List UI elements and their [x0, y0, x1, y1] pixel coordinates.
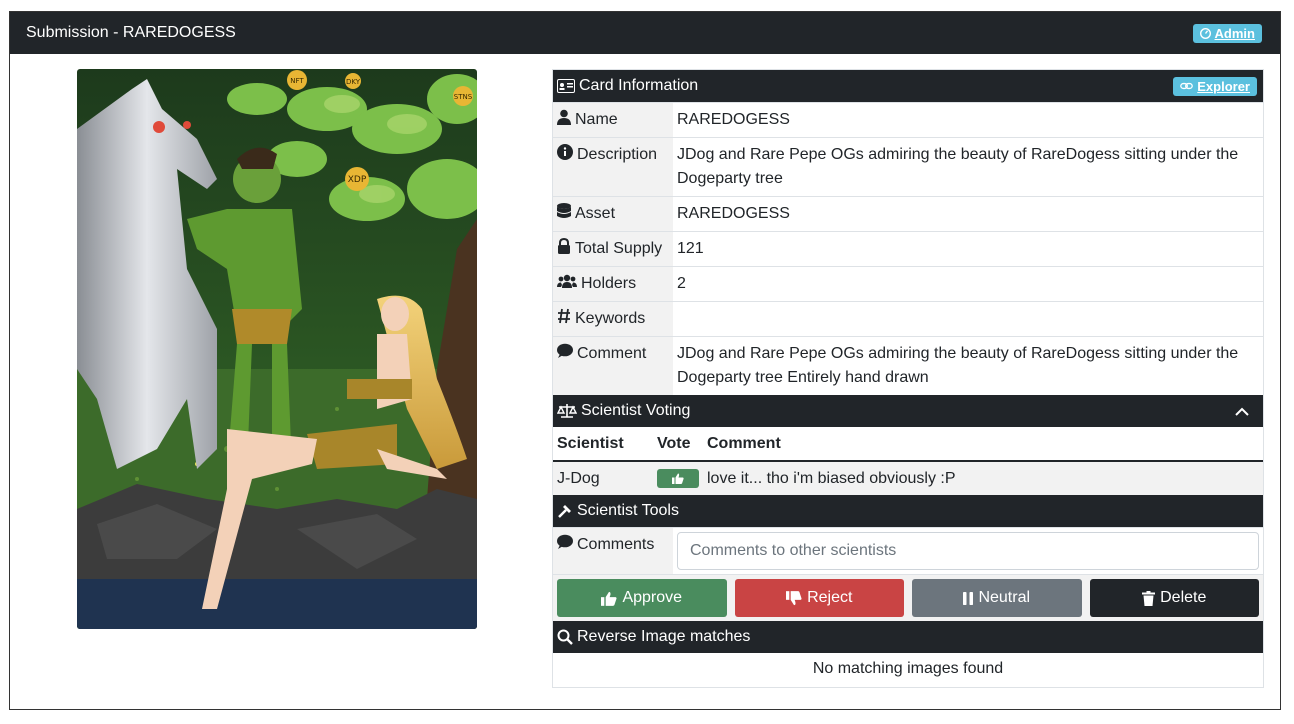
row-value: 2 [677, 275, 686, 292]
action-buttons: Approve Reject Neutral Delete [553, 574, 1263, 621]
column-header: Comment [703, 427, 1263, 462]
card-artwork-image: NFT DKY XDP STNS [77, 69, 477, 629]
delete-label: Delete [1160, 589, 1207, 606]
user-icon [557, 109, 571, 125]
column-header: Scientist [553, 427, 653, 462]
search-icon [557, 629, 573, 645]
submission-card: Submission - RAREDOGESS Admin NFT DKY XD… [9, 11, 1281, 710]
section-title: Scientist Voting [581, 402, 691, 419]
vote-comment: love it... tho i'm biased obviously :P [703, 461, 1263, 495]
section-title: Card Information [579, 77, 699, 94]
scientist-voting-header[interactable]: Scientist Voting [553, 395, 1263, 427]
approve-label: Approve [622, 589, 683, 606]
row-label: Comment [577, 345, 647, 362]
coin-label: DKY [346, 78, 361, 86]
page-title: Submission - RAREDOGESS [26, 24, 236, 41]
info-row-comment: Comment JDog and Rare Pepe OGs admiring … [553, 336, 1263, 395]
explorer-button[interactable]: Explorer [1173, 76, 1257, 96]
row-value: 121 [677, 240, 704, 257]
info-row-holders: Holders 2 [553, 266, 1263, 301]
scientist-tools-header: Scientist Tools [553, 495, 1263, 527]
row-label: Keywords [575, 310, 646, 327]
thumbs-up-icon [601, 591, 618, 606]
admin-label: Admin [1214, 25, 1255, 41]
hammer-icon [557, 503, 573, 519]
row-label: Total Supply [575, 240, 663, 257]
row-label: Description [577, 146, 658, 163]
row-value [673, 302, 1263, 336]
card-information-header: Card Information Explorer [553, 70, 1263, 102]
thumbs-up-icon [657, 468, 699, 488]
neutral-label: Neutral [978, 589, 1031, 606]
neutral-button[interactable]: Neutral [912, 579, 1082, 617]
coin-label: NFT [290, 77, 304, 85]
scientist-name: J-Dog [553, 461, 653, 495]
row-value: JDog and Rare Pepe OGs admiring the beau… [677, 345, 1239, 386]
info-row-description: Description JDog and Rare Pepe OGs admir… [553, 137, 1263, 196]
comment-icon [557, 343, 573, 359]
card-header: Submission - RAREDOGESS Admin [10, 12, 1280, 54]
chevron-up-icon[interactable] [1235, 407, 1257, 416]
coin-label: XDP [348, 175, 367, 185]
gauge-icon [1199, 27, 1211, 39]
section-title: Reverse Image matches [577, 628, 751, 645]
column-header: Vote [653, 427, 703, 462]
delete-button[interactable]: Delete [1089, 579, 1259, 617]
voting-table: Scientist Vote Comment J-Dog love it... … [553, 427, 1263, 495]
comments-row: Comments Comments to other scientists [553, 527, 1263, 574]
card-info-panel: Card Information Explorer Name RAREDOGES… [552, 69, 1264, 688]
reject-label: Reject [807, 589, 853, 606]
database-icon [557, 203, 571, 219]
thumbs-down-icon [786, 590, 802, 606]
no-matches-text: No matching images found [812, 660, 1004, 677]
trash-icon [1142, 590, 1156, 606]
info-row-asset: Asset RAREDOGESS [553, 196, 1263, 231]
users-icon [557, 273, 577, 289]
section-title: Scientist Tools [577, 502, 679, 519]
comments-input[interactable]: Comments to other scientists [677, 532, 1259, 570]
lock-icon [557, 238, 571, 254]
row-value: JDog and Rare Pepe OGs admiring the beau… [677, 146, 1239, 187]
row-label: Holders [581, 275, 637, 292]
info-row-name: Name RAREDOGESS [553, 102, 1263, 137]
id-card-icon [557, 79, 575, 93]
approve-button[interactable]: Approve [557, 579, 727, 617]
info-row-keywords: Keywords [553, 301, 1263, 336]
row-label: Asset [575, 205, 616, 222]
explorer-label: Explorer [1197, 78, 1250, 94]
info-row-total-supply: Total Supply 121 [553, 231, 1263, 266]
row-value: RAREDOGESS [677, 111, 790, 128]
scale-icon [557, 403, 577, 419]
pause-icon [963, 591, 974, 605]
coin-label: STNS [454, 93, 473, 101]
info-icon [557, 144, 573, 160]
vote-cell [653, 461, 703, 495]
table-row: J-Dog love it... tho i'm biased obviousl… [553, 461, 1263, 495]
hash-icon [557, 308, 571, 324]
row-label: Name [575, 111, 618, 128]
link-icon [1180, 81, 1194, 91]
row-value: RAREDOGESS [677, 205, 790, 222]
reverse-image-header: Reverse Image matches [553, 621, 1263, 653]
admin-button[interactable]: Admin [1192, 23, 1262, 43]
row-label: Comments [577, 536, 655, 553]
reject-button[interactable]: Reject [734, 579, 904, 617]
comment-icon [557, 534, 573, 550]
